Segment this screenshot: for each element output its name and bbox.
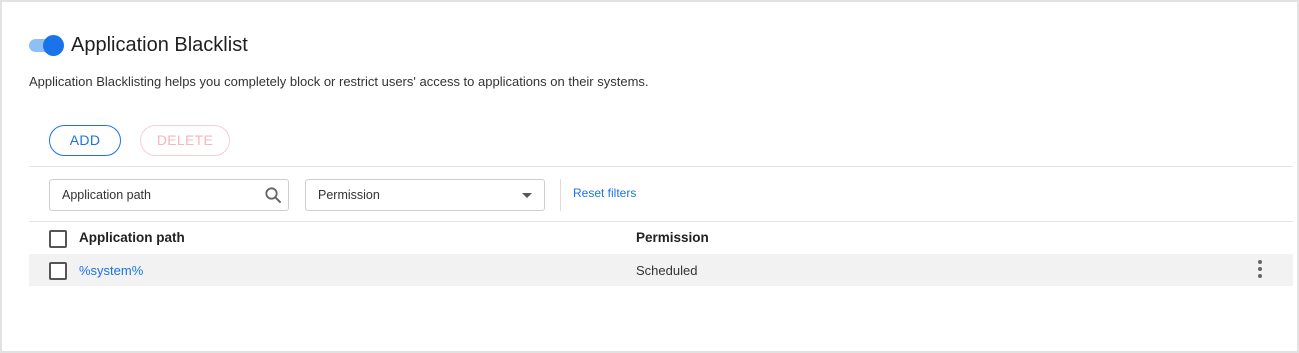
search-placeholder: Application path	[62, 188, 151, 202]
permission-value: Scheduled	[636, 263, 698, 278]
page-title: Application Blacklist	[71, 34, 248, 56]
reset-filters-link[interactable]: Reset filters	[573, 185, 636, 201]
column-header-application-path[interactable]: Application path	[79, 230, 185, 246]
permission-select[interactable]: Permission	[305, 179, 545, 211]
application-path-link[interactable]: %system%	[79, 263, 143, 279]
table-header: Application path Permission	[29, 222, 1293, 254]
application-blacklist-panel: Application Blacklist Application Blackl…	[0, 0, 1299, 353]
toggle-knob	[43, 35, 64, 56]
select-all-checkbox[interactable]	[49, 230, 67, 248]
permission-placeholder: Permission	[318, 188, 380, 202]
row-checkbox[interactable]	[49, 262, 67, 280]
blacklist-toggle[interactable]	[29, 35, 64, 56]
search-icon[interactable]	[264, 186, 282, 204]
table-row[interactable]: %system% Scheduled	[29, 254, 1293, 286]
delete-button[interactable]: DELETE	[140, 125, 230, 156]
divider	[29, 166, 1293, 167]
filter-separator	[560, 179, 561, 211]
column-header-permission[interactable]: Permission	[636, 230, 709, 246]
add-button[interactable]: ADD	[49, 125, 121, 156]
more-options-icon[interactable]	[1256, 260, 1264, 280]
page-description: Application Blacklisting helps you compl…	[29, 74, 649, 89]
application-path-search-input[interactable]: Application path	[49, 179, 289, 211]
chevron-down-icon	[522, 193, 532, 198]
